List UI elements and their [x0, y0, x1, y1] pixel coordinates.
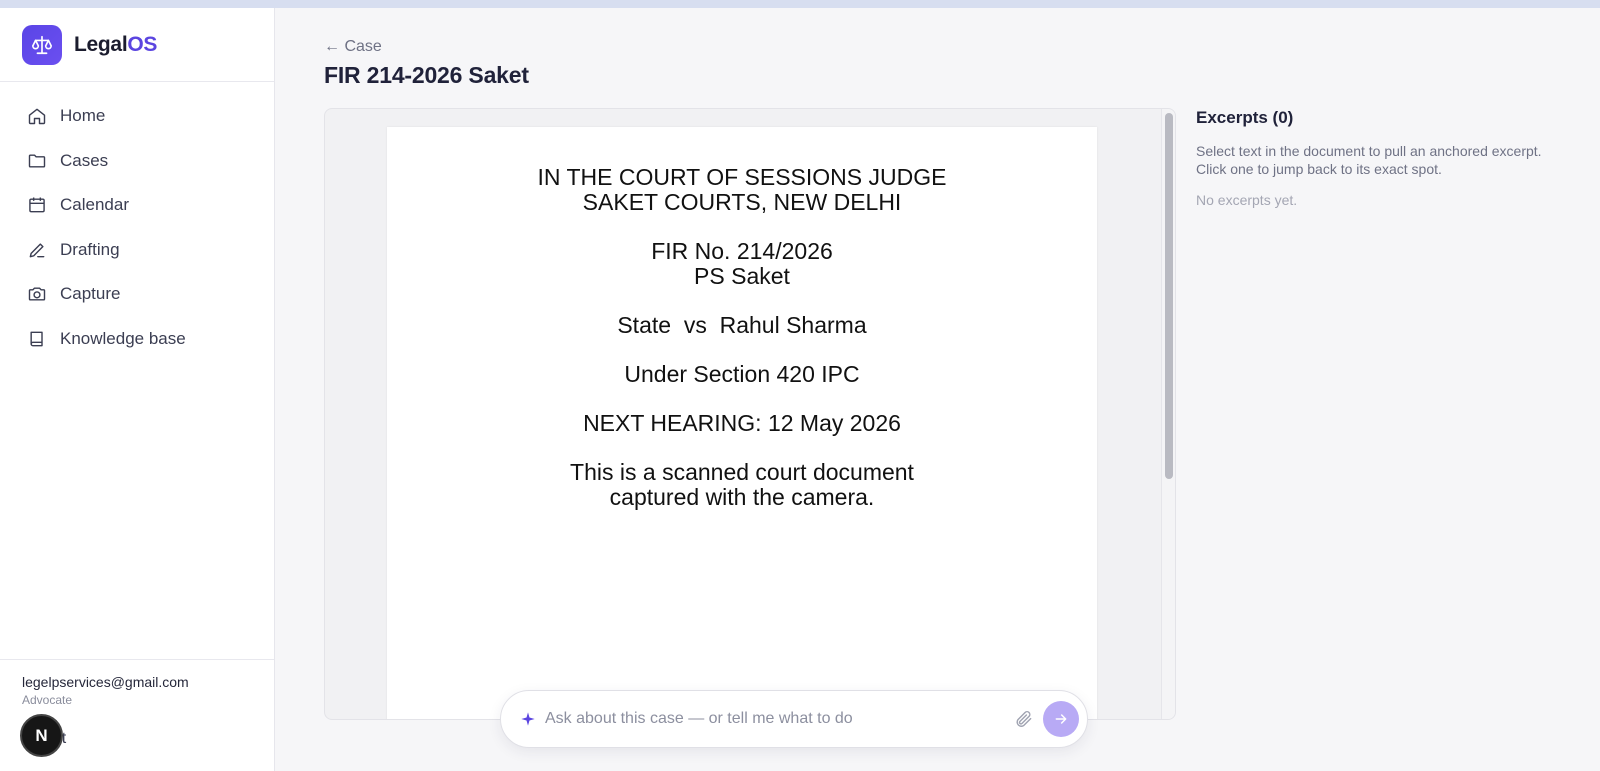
- calendar-icon: [26, 194, 48, 216]
- document-fir-block: FIR No. 214/2026 PS Saket: [387, 239, 1097, 289]
- document-hearing: NEXT HEARING: 12 May 2026: [387, 411, 1097, 436]
- sidebar-nav: Home Cases Calendar Drafting Capture Kno…: [0, 82, 274, 361]
- document-line: SAKET COURTS, NEW DELHI: [582, 189, 902, 215]
- sidebar: LegalOS Home Cases Calendar Drafting Cap…: [0, 8, 275, 771]
- document-section: Under Section 420 IPC: [387, 362, 1097, 387]
- camera-icon: [26, 283, 48, 305]
- document-line: State vs Rahul Sharma: [617, 312, 867, 338]
- document-line: IN THE COURT OF SESSIONS JUDGE: [537, 164, 947, 190]
- sidebar-item-calendar[interactable]: Calendar: [0, 183, 274, 228]
- n-badge-icon[interactable]: N: [20, 714, 63, 757]
- document-scrollbar[interactable]: [1161, 109, 1175, 719]
- scrollbar-thumb[interactable]: [1165, 113, 1173, 479]
- page-title: FIR 214-2026 Saket: [324, 62, 529, 88]
- document-page[interactable]: IN THE COURT OF SESSIONS JUDGE SAKET COU…: [387, 127, 1097, 719]
- arrow-right-icon: [1055, 714, 1067, 724]
- paperclip-icon[interactable]: [1013, 708, 1035, 730]
- sidebar-item-label: Knowledge base: [60, 328, 186, 348]
- book-icon: [26, 328, 48, 350]
- sidebar-item-label: Calendar: [60, 195, 129, 215]
- document-parties: State vs Rahul Sharma: [387, 313, 1097, 338]
- chat-input[interactable]: [545, 710, 995, 728]
- document-line: NEXT HEARING: 12 May 2026: [583, 410, 901, 436]
- account-email: legelpservices@gmail.com: [22, 674, 189, 690]
- send-button[interactable]: [1043, 701, 1079, 737]
- chat-bar: [500, 690, 1088, 748]
- sidebar-item-home[interactable]: Home: [0, 94, 274, 139]
- main-content: ← Case FIR 214-2026 Saket IN THE COURT O…: [276, 8, 1600, 771]
- sidebar-item-drafting[interactable]: Drafting: [0, 228, 274, 273]
- excerpts-description: Select text in the document to pull an a…: [1196, 143, 1542, 177]
- excerpts-empty-state: No excerpts yet.: [1196, 192, 1298, 208]
- document-line: Under Section 420 IPC: [624, 361, 860, 387]
- pen-icon: [26, 239, 48, 261]
- document-viewer[interactable]: IN THE COURT OF SESSIONS JUDGE SAKET COU…: [324, 108, 1176, 720]
- sidebar-item-label: Cases: [60, 150, 109, 170]
- sparkle-icon: [519, 710, 537, 728]
- account-panel: legelpservices@gmail.com Advocate out N: [0, 659, 274, 771]
- brand: LegalOS: [0, 8, 274, 82]
- excerpts-panel: Excerpts (0) Select text in the document…: [1196, 108, 1566, 208]
- document-line: PS Saket: [694, 263, 790, 289]
- window-top-bar: [0, 0, 1600, 8]
- home-icon: [26, 105, 48, 127]
- document-line: This is a scanned court document: [570, 459, 914, 485]
- sidebar-item-label: Drafting: [60, 239, 120, 259]
- sidebar-item-label: Capture: [60, 284, 121, 304]
- sidebar-item-knowledge-base[interactable]: Knowledge base: [0, 317, 274, 362]
- scales-logo-icon[interactable]: [22, 24, 62, 65]
- sidebar-item-capture[interactable]: Capture: [0, 272, 274, 317]
- document-court-heading: IN THE COURT OF SESSIONS JUDGE SAKET COU…: [387, 165, 1097, 215]
- back-to-case-link[interactable]: ← Case: [324, 38, 382, 56]
- document-line: FIR No. 214/2026: [651, 238, 833, 264]
- app-name: LegalOS: [74, 32, 158, 56]
- document-line: captured with the camera.: [609, 484, 875, 510]
- sidebar-item-cases[interactable]: Cases: [0, 139, 274, 184]
- document-note: This is a scanned court document capture…: [387, 460, 1097, 510]
- folder-icon: [26, 150, 48, 172]
- excerpts-title: Excerpts (0): [1196, 108, 1294, 127]
- sidebar-item-label: Home: [60, 106, 106, 126]
- account-role: Advocate: [22, 693, 73, 707]
